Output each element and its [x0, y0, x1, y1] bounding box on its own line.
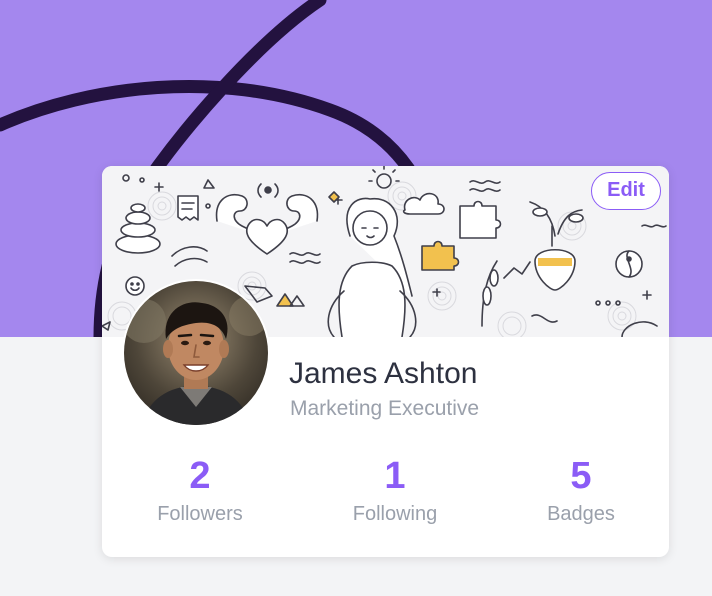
- edit-button[interactable]: Edit: [591, 172, 661, 210]
- stat-label: Following: [352, 503, 438, 525]
- stat-badges[interactable]: 5 Badges: [501, 453, 661, 527]
- avatar: [122, 279, 270, 427]
- profile-title: Marketing Executive: [290, 397, 480, 420]
- stat-value: 2: [189, 455, 211, 497]
- profile-card: Edit James Ashton Marketing Executive 2 …: [102, 166, 669, 557]
- profile-photo: [124, 281, 268, 425]
- stat-value: 1: [384, 455, 406, 497]
- stat-label: Followers: [157, 503, 243, 525]
- stat-label: Badges: [547, 503, 615, 525]
- stat-followers[interactable]: 2 Followers: [120, 453, 280, 527]
- stat-value: 5: [570, 455, 592, 497]
- profile-name: James Ashton: [289, 357, 478, 390]
- stat-following[interactable]: 1 Following: [315, 453, 475, 527]
- profile-page: Edit James Ashton Marketing Executive 2 …: [0, 0, 712, 596]
